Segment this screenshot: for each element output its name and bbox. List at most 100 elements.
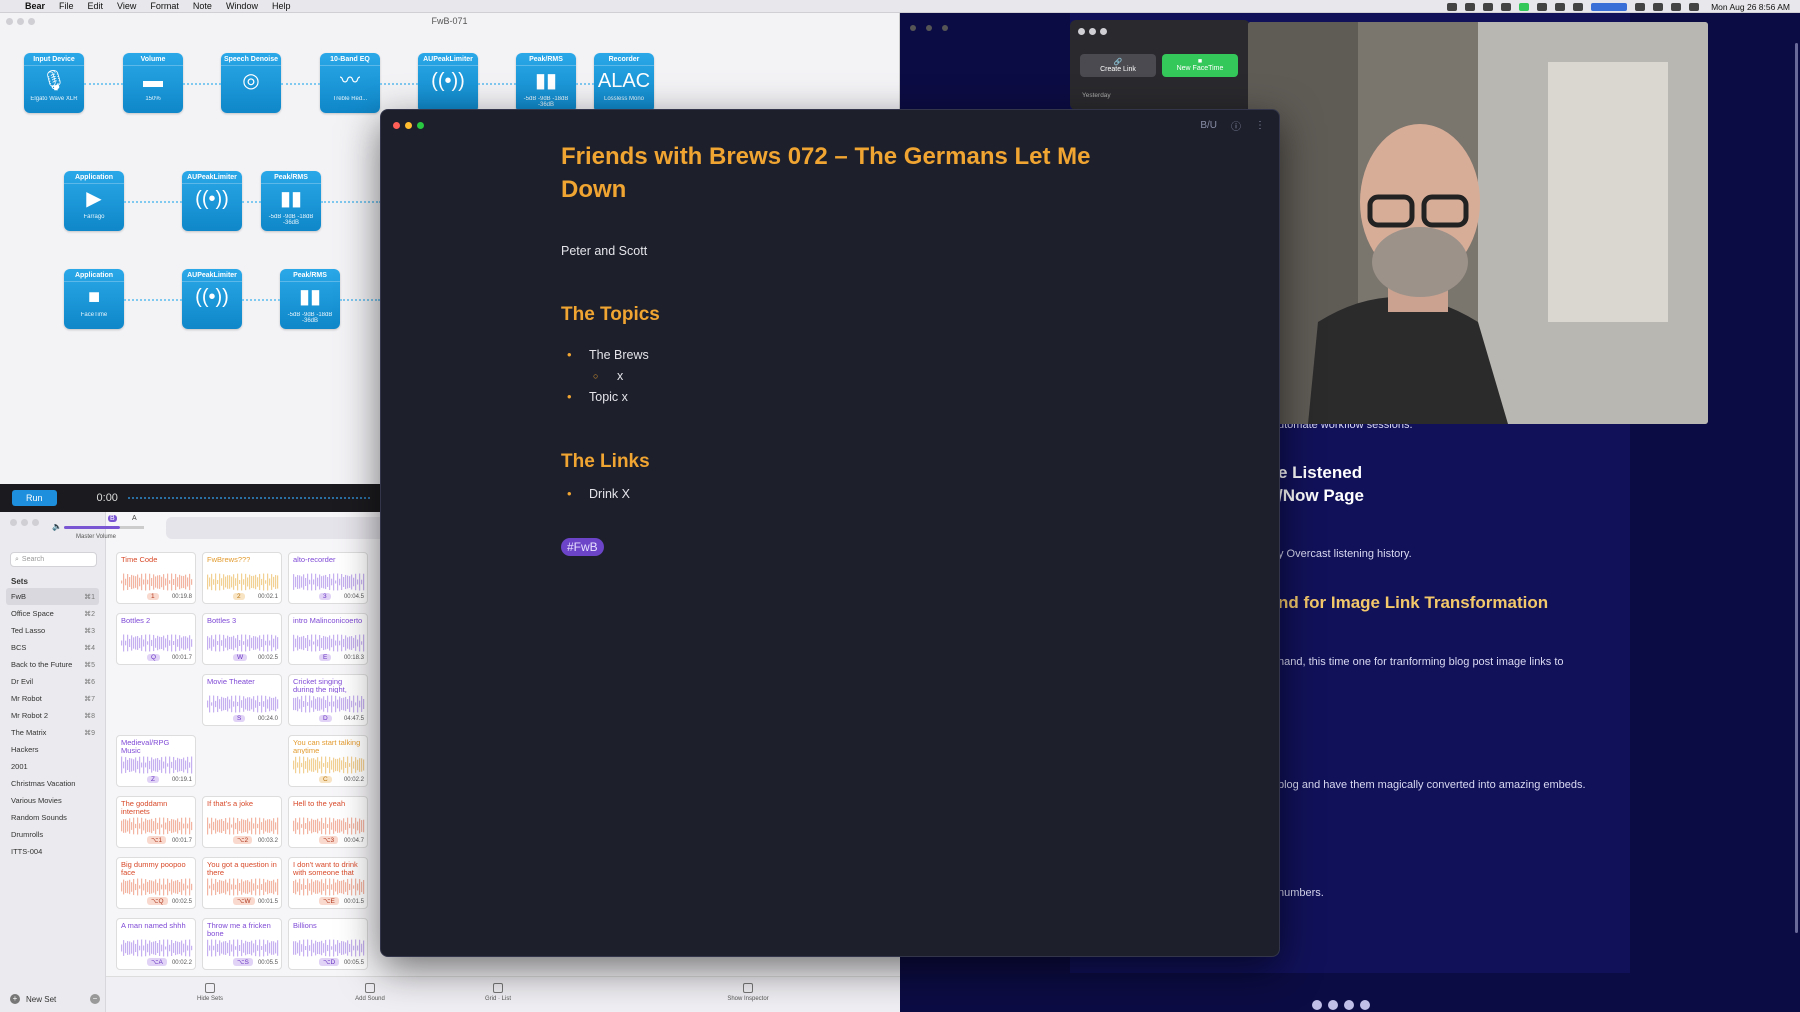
set-item[interactable]: Dr Evil ⌘6 bbox=[0, 673, 105, 690]
set-item[interactable]: Ted Lasso ⌘3 bbox=[0, 622, 105, 639]
search-field[interactable]: ⌕ Search bbox=[10, 552, 97, 567]
close-icon[interactable] bbox=[393, 122, 400, 129]
wifi-icon[interactable] bbox=[1635, 2, 1646, 11]
audio-block-node[interactable]: 10-Band EQ 〰 Treble Red... bbox=[320, 53, 380, 113]
sound-tile[interactable]: Movie Theater S 00:24.0 bbox=[202, 674, 282, 726]
menu-note[interactable]: Note bbox=[186, 1, 219, 11]
connection-wire[interactable] bbox=[321, 201, 381, 203]
set-item[interactable]: Mr Robot 2 ⌘8 bbox=[0, 707, 105, 724]
sound-tile[interactable]: Billions ⌥D 00:05.5 bbox=[288, 918, 368, 970]
note-tag[interactable]: #FwB bbox=[561, 538, 604, 556]
zoom-icon[interactable] bbox=[942, 25, 948, 31]
connection-wire[interactable] bbox=[124, 299, 182, 301]
facetime-tray-icon[interactable] bbox=[1519, 2, 1530, 11]
audio-block-node[interactable]: Peak/RMS ▮▮ -5dB -9dB -18dB -36dB bbox=[280, 269, 340, 329]
connection-wire[interactable] bbox=[340, 299, 380, 301]
close-icon[interactable] bbox=[10, 519, 17, 526]
page-heading[interactable]: nd for Image Link Transformation bbox=[1278, 593, 1548, 613]
add-sound-button[interactable]: Add Sound bbox=[330, 983, 410, 1002]
connection-wire[interactable] bbox=[576, 83, 594, 85]
sound-tile[interactable]: Cricket singing during the night, close … bbox=[288, 674, 368, 726]
hide-sets-button[interactable]: Hide Sets bbox=[170, 983, 250, 1002]
menu-view[interactable]: View bbox=[110, 1, 143, 11]
menu-edit[interactable]: Edit bbox=[81, 1, 111, 11]
rss-icon[interactable] bbox=[1344, 1000, 1354, 1010]
note-title[interactable]: Friends with Brews 072 – The Germans Let… bbox=[561, 140, 1101, 206]
tray-icon[interactable] bbox=[1555, 2, 1566, 11]
control-center-icon[interactable] bbox=[1689, 2, 1700, 11]
zoom-icon[interactable] bbox=[32, 519, 39, 526]
list-item[interactable]: x bbox=[561, 369, 1101, 390]
zoom-icon[interactable] bbox=[417, 122, 424, 129]
connection-wire[interactable] bbox=[380, 83, 418, 85]
page-heading[interactable]: e Listened bbox=[1278, 463, 1362, 483]
sound-tile[interactable]: intro Malinconicoerto E 00:18.3 bbox=[288, 613, 368, 665]
sound-tile[interactable]: Time Code 1 00:19.8 bbox=[116, 552, 196, 604]
audio-block-node[interactable]: Peak/RMS ▮▮ -5dB -9dB -18dB -36dB bbox=[261, 171, 321, 231]
sound-tile[interactable]: Big dummy poopoo face ⌥Q 00:02.5 bbox=[116, 857, 196, 909]
list-item[interactable]: The Brews bbox=[561, 347, 1101, 369]
topics-heading[interactable]: The Topics bbox=[561, 304, 1101, 326]
connection-wire[interactable] bbox=[124, 201, 182, 203]
audio-block-node[interactable]: Volume ▬ 150% bbox=[123, 53, 183, 113]
a-button[interactable]: A bbox=[132, 515, 137, 522]
close-icon[interactable] bbox=[910, 25, 916, 31]
info-icon[interactable]: ⓘ bbox=[1231, 118, 1241, 133]
b-button[interactable]: B bbox=[108, 515, 117, 522]
sound-tile[interactable]: I don't want to drink with someone that … bbox=[288, 857, 368, 909]
tray-icon[interactable] bbox=[1447, 2, 1458, 11]
audio-block-node[interactable]: Input Device 🎙 Elgato Wave XLR bbox=[24, 53, 84, 113]
more-options-icon[interactable]: ⋮ bbox=[1255, 120, 1265, 131]
master-volume-slider[interactable] bbox=[64, 526, 144, 529]
links-heading[interactable]: The Links bbox=[561, 451, 1101, 473]
menu-window[interactable]: Window bbox=[219, 1, 265, 11]
connection-wire[interactable] bbox=[478, 83, 516, 85]
set-item[interactable]: Hackers bbox=[0, 741, 105, 758]
audio-block-node[interactable]: AUPeakLimiter ((•)) bbox=[182, 171, 242, 231]
zoom-icon[interactable] bbox=[28, 18, 35, 25]
set-item[interactable]: BCS ⌘4 bbox=[0, 639, 105, 656]
github-icon[interactable] bbox=[1328, 1000, 1338, 1010]
set-item[interactable]: Office Space ⌘2 bbox=[0, 605, 105, 622]
set-item[interactable]: 2001 bbox=[0, 758, 105, 775]
minimize-icon[interactable] bbox=[1089, 28, 1096, 35]
set-item[interactable]: Back to the Future ⌘5 bbox=[0, 656, 105, 673]
sound-tile[interactable]: You can start talking anytime C 00:02.2 bbox=[288, 735, 368, 787]
set-item[interactable]: FwB ⌘1 bbox=[6, 588, 99, 605]
close-icon[interactable] bbox=[1078, 28, 1085, 35]
tray-icon[interactable] bbox=[1483, 2, 1494, 11]
audio-block-node[interactable]: Recorder ALAC Lossless Mono bbox=[594, 53, 654, 113]
connection-wire[interactable] bbox=[242, 299, 280, 301]
new-set-button[interactable]: + New Set − bbox=[10, 994, 100, 1004]
scrollbar[interactable] bbox=[1795, 43, 1798, 933]
minimize-icon[interactable] bbox=[17, 18, 24, 25]
link-icon[interactable] bbox=[1360, 1000, 1370, 1010]
audio-meter-tray-icon[interactable] bbox=[1591, 2, 1628, 11]
minimize-icon[interactable] bbox=[21, 519, 28, 526]
sound-tile[interactable]: Bottles 3 W 00:02.5 bbox=[202, 613, 282, 665]
audio-block-node[interactable]: Application ▶ Farrago bbox=[64, 171, 124, 231]
set-item[interactable]: Christmas Vacation bbox=[0, 775, 105, 792]
tray-icon[interactable] bbox=[1501, 2, 1512, 11]
volume-icon[interactable] bbox=[1653, 2, 1664, 11]
minimize-icon[interactable] bbox=[405, 122, 412, 129]
sound-tile[interactable]: The goddamn internets ⌥1 00:01.7 bbox=[116, 796, 196, 848]
run-button[interactable]: Run bbox=[12, 490, 57, 506]
mastodon-icon[interactable] bbox=[1312, 1000, 1322, 1010]
audio-block-node[interactable]: Speech Denoise ◎ bbox=[221, 53, 281, 113]
audio-block-node[interactable]: AUPeakLimiter ((•)) bbox=[418, 53, 478, 113]
note-byline[interactable]: Peter and Scott bbox=[561, 244, 1101, 258]
grid-list-toggle[interactable]: Grid · List bbox=[458, 983, 538, 1002]
list-item[interactable]: Topic x bbox=[561, 389, 1101, 411]
menu-format[interactable]: Format bbox=[143, 1, 186, 11]
list-item[interactable]: Drink X bbox=[561, 486, 1101, 508]
sound-tile[interactable]: FwBrews??? 2 00:02.1 bbox=[202, 552, 282, 604]
create-link-button[interactable]: 🔗 Create Link bbox=[1080, 54, 1156, 77]
connection-wire[interactable] bbox=[242, 201, 261, 203]
menu-file[interactable]: File bbox=[52, 1, 81, 11]
set-item[interactable]: ITTS-004 bbox=[0, 843, 105, 860]
tray-icon[interactable] bbox=[1573, 2, 1584, 11]
audio-block-node[interactable]: Application ■ FaceTime bbox=[64, 269, 124, 329]
new-facetime-button[interactable]: ■ New FaceTime bbox=[1162, 54, 1238, 77]
format-biu-button[interactable]: B/U bbox=[1200, 120, 1217, 131]
